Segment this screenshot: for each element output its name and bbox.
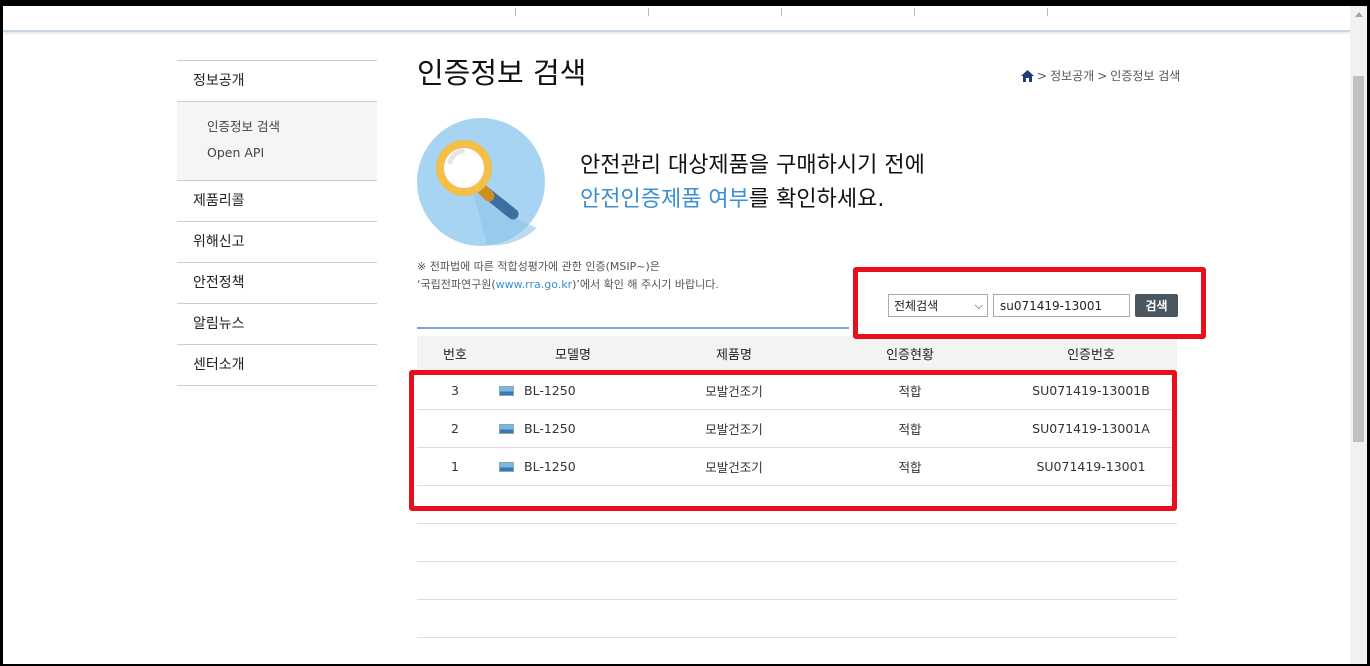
nav-separator xyxy=(781,8,782,16)
empty-row xyxy=(417,562,1177,600)
highlight-search-box xyxy=(853,267,1206,339)
magnifier-icon xyxy=(417,118,545,246)
rra-link[interactable]: www.rra.go.kr xyxy=(496,278,572,291)
hero-line-2: 안전인증제품 여부를 확인하세요. xyxy=(580,183,925,217)
hero-line-1: 안전관리 대상제품을 구매하시기 전에 xyxy=(580,153,925,178)
scrollbar[interactable] xyxy=(1350,6,1367,664)
column-header-model: 모델명 xyxy=(555,348,591,363)
chevron-right-icon: > xyxy=(1037,68,1048,83)
notice-text: ※ 전파법에 따른 적합성평가에 관한 인증(MSIP~)은 ‘국립전파연구원(… xyxy=(417,258,719,294)
top-navigation xyxy=(3,6,1350,32)
home-icon[interactable] xyxy=(1021,69,1034,82)
sidebar-item-report[interactable]: 위해신고 xyxy=(177,222,377,263)
column-header-cert-number: 인증번호 xyxy=(1067,348,1115,363)
sidebar-item-news[interactable]: 알림뉴스 xyxy=(177,304,377,345)
notice-suffix: )’에서 확인 해 주시기 바랍니다. xyxy=(572,278,719,291)
nav-separator xyxy=(914,8,915,16)
notice-prefix: ‘국립전파연구원( xyxy=(417,278,496,291)
sidebar: 정보공개 인증정보 검색 Open API 제품리콜 위해신고 안전정책 알림뉴… xyxy=(177,60,377,386)
scroll-up-icon[interactable] xyxy=(1350,6,1367,23)
sidebar-item-info[interactable]: 정보공개 xyxy=(177,61,377,102)
hero-message: 안전관리 대상제품을 구매하시기 전에 안전인증제품 여부를 확인하세요. xyxy=(580,149,925,217)
hero-line-2-rest: 를 확인하세요. xyxy=(748,187,885,212)
notice-line-1: ※ 전파법에 따른 적합성평가에 관한 인증(MSIP~)은 xyxy=(417,260,660,273)
highlight-results-box xyxy=(409,370,1177,511)
page-frame: 정보공개 인증정보 검색 Open API 제품리콜 위해신고 안전정책 알림뉴… xyxy=(3,6,1367,664)
column-header-status: 인증현황 xyxy=(886,348,934,363)
column-header-product: 제품명 xyxy=(716,348,752,363)
sidebar-item-recall[interactable]: 제품리콜 xyxy=(177,181,377,222)
empty-row xyxy=(417,600,1177,638)
sidebar-subitem-cert-search[interactable]: 인증정보 검색 xyxy=(207,114,377,140)
chevron-right-icon: > xyxy=(1097,68,1108,83)
column-header-number: 번호 xyxy=(443,348,467,363)
sidebar-submenu: 인증정보 검색 Open API xyxy=(177,102,377,181)
breadcrumb-item[interactable]: 인증정보 검색 xyxy=(1110,67,1180,84)
nav-separator xyxy=(515,8,516,16)
sidebar-item-about[interactable]: 센터소개 xyxy=(177,345,377,386)
empty-row xyxy=(417,524,1177,562)
sidebar-subitem-open-api[interactable]: Open API xyxy=(207,140,377,166)
divider xyxy=(417,327,849,329)
page-title: 인증정보 검색 xyxy=(417,56,587,90)
hero-accent-text: 안전인증제품 여부 xyxy=(580,187,749,212)
nav-separator xyxy=(648,8,649,16)
sidebar-item-policy[interactable]: 안전정책 xyxy=(177,263,377,304)
table-header: 번호 모델명 제품명 인증현황 인증번호 xyxy=(417,336,1177,372)
nav-separator xyxy=(1047,8,1048,16)
breadcrumb: > 정보공개 > 인증정보 검색 xyxy=(1021,67,1180,84)
notice-line-2: ‘국립전파연구원(www.rra.go.kr)’에서 확인 해 주시기 바랍니다… xyxy=(417,276,719,294)
breadcrumb-item[interactable]: 정보공개 xyxy=(1050,67,1094,84)
scrollbar-thumb[interactable] xyxy=(1353,76,1364,442)
